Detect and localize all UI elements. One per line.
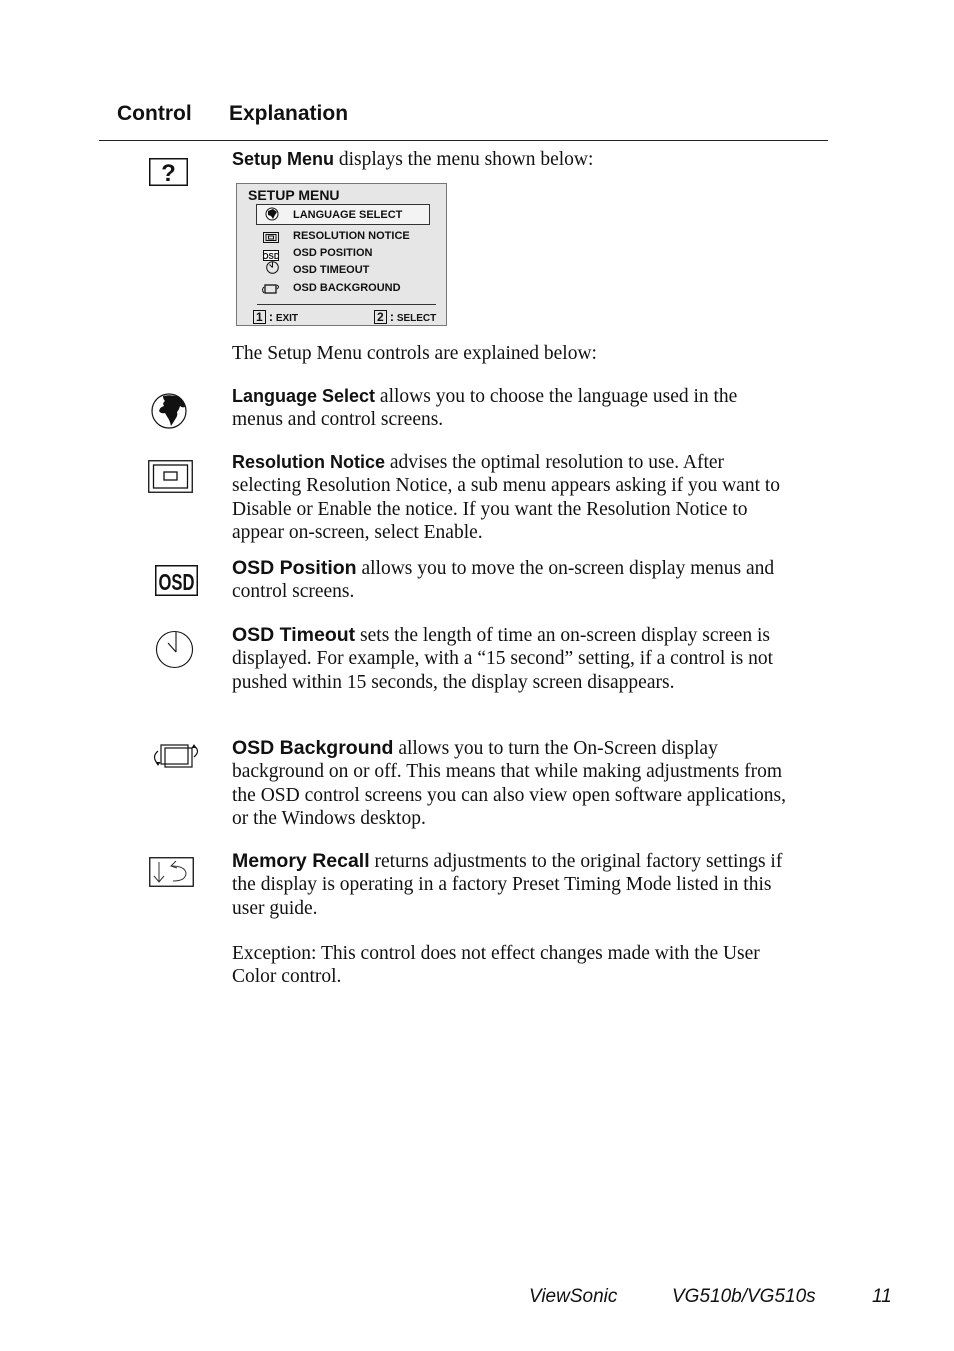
osd-key-2: 2 [374,310,387,324]
control-memory-recall: Memory Recall returns adjustments to the… [232,850,792,920]
osd-item-osd-background: OSD BACKGROUND [293,282,401,294]
osd-menu-title: SETUP MENU [248,187,340,203]
svg-text:OSD: OSD [159,569,195,595]
osd-item-osd-position: OSD POSITION [293,247,373,259]
control-term: OSD Background [232,737,394,759]
osd-divider [257,304,436,305]
osd-item-osd-timeout: OSD TIMEOUT [293,264,370,276]
control-term: Memory Recall [232,850,370,872]
osd-background-icon [260,282,282,294]
setup-menu-term: Setup Menu [232,149,334,169]
control-term: Resolution Notice [232,452,386,472]
osd-select-key: 2: SELECT [374,309,436,324]
resolution-icon [148,460,193,498]
osd-exit-label: EXIT [275,313,299,324]
osd-position-icon: OSD [262,248,280,261]
osd-setup-menu: SETUP MENU LANGUAGE SELECT RESOLUTION NO… [236,183,447,326]
control-osd-position: OSD Position allows you to move the on-s… [232,557,792,604]
osd-key-separator: : [389,309,395,324]
clock-icon [155,630,194,674]
osd-key-1: 1 [253,310,266,324]
setup-menu-text: displays the menu shown below: [334,149,594,170]
osd-item-resolution-notice: RESOLUTION NOTICE [293,230,410,242]
header-divider [99,140,828,141]
control-term: Language Select [232,386,376,406]
osd-item-language-select: LANGUAGE SELECT [293,209,403,221]
control-term: OSD Position [232,557,357,579]
svg-text:OSD: OSD [263,252,279,261]
setup-menu-description: Setup Menu displays the menu shown below… [232,148,792,171]
osd-globe-icon [265,207,281,221]
memory-recall-icon [149,857,194,892]
globe-icon [151,393,187,434]
control-osd-background: OSD Background allows you to turn the On… [232,737,792,830]
page-number: 11 [872,1286,892,1307]
osd-clock-icon [266,261,282,274]
svg-text:?: ? [161,160,176,186]
setup-menu-intro: The Setup Menu controls are explained be… [232,343,597,364]
exception-note: Exception: This control does not effect … [232,943,760,988]
control-language-select: Language Select allows you to choose the… [232,385,792,432]
question-mark-icon: ? [149,158,188,191]
column-header-control: Control [117,102,192,125]
osd-icon: OSD [155,565,198,601]
control-osd-timeout: OSD Timeout sets the length of time an o… [232,624,792,694]
column-header-explanation: Explanation [229,102,349,125]
osd-exit-key: 1: EXIT [253,309,298,324]
background-icon [150,743,202,776]
control-term: OSD Timeout [232,624,356,646]
osd-key-separator: : [268,309,274,324]
osd-select-label: SELECT [396,313,437,324]
control-resolution-notice: Resolution Notice advises the optimal re… [232,451,792,544]
footer-brand: ViewSonic [529,1286,618,1307]
footer-model: VG510b/VG510s [672,1286,816,1307]
osd-resolution-icon [263,230,279,243]
